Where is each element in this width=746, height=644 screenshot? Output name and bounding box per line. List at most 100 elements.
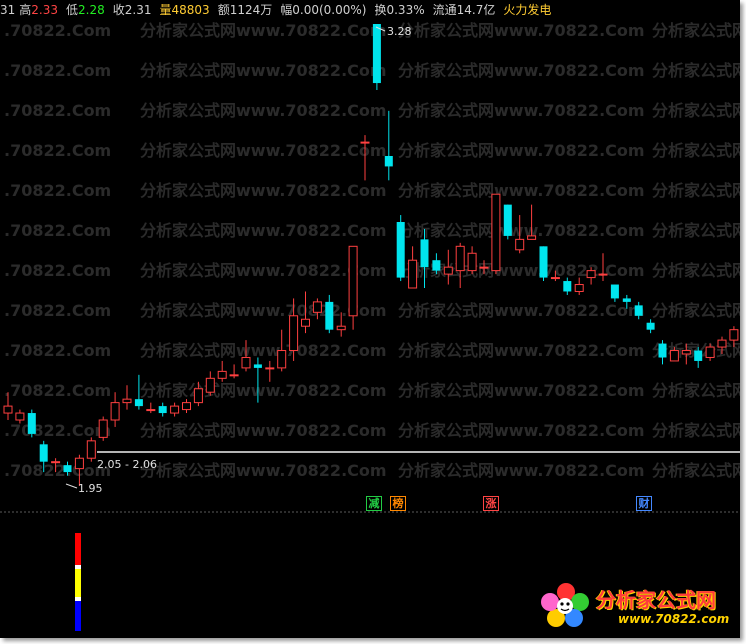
- candle-body[interactable]: [658, 343, 667, 358]
- candle-body[interactable]: [455, 245, 465, 272]
- watermark-text: .70822.Com: [4, 181, 111, 200]
- candle-body[interactable]: [217, 370, 227, 379]
- candle-body[interactable]: [550, 277, 560, 280]
- candle-body[interactable]: [622, 298, 631, 302]
- candle-body[interactable]: [503, 204, 512, 236]
- watermark-text: 分析家公式网: [652, 221, 740, 240]
- candle-body[interactable]: [74, 457, 84, 470]
- candle-body[interactable]: [86, 440, 96, 459]
- candle-body[interactable]: [384, 156, 393, 167]
- watermark-text: 分析家公式网www.70822.Com: [398, 61, 645, 80]
- candle-body[interactable]: [325, 301, 334, 330]
- watermark-text: 分析家公式网www.70822.Com: [140, 21, 387, 40]
- candle-body[interactable]: [277, 350, 287, 369]
- watermark-text: 分析家公式网www.70822.Com: [398, 381, 645, 400]
- candle-body[interactable]: [705, 346, 715, 358]
- event-tag-finance[interactable]: 财: [636, 496, 652, 511]
- candle-body[interactable]: [717, 339, 727, 348]
- candle-body[interactable]: [3, 405, 13, 414]
- candle-body[interactable]: [146, 409, 156, 412]
- candle-body[interactable]: [539, 246, 548, 278]
- candle-body[interactable]: [134, 399, 143, 407]
- candle-body[interactable]: [98, 419, 108, 438]
- candle-body[interactable]: [336, 325, 346, 331]
- candle-body[interactable]: [51, 461, 61, 464]
- candle-body[interactable]: [229, 374, 239, 377]
- float-label: 流通: [432, 3, 457, 17]
- candle-body[interactable]: [681, 350, 691, 355]
- high-value: 2.33: [31, 3, 59, 17]
- candle-body[interactable]: [491, 193, 501, 272]
- candle-body[interactable]: [729, 329, 739, 341]
- candle-body[interactable]: [408, 259, 418, 289]
- candle-body[interactable]: [253, 364, 262, 368]
- candle-body[interactable]: [527, 235, 537, 240]
- candle-body[interactable]: [694, 350, 703, 361]
- candle-body[interactable]: [348, 245, 358, 317]
- logo-text: 分析家公式网: [596, 588, 716, 612]
- candle-body[interactable]: [443, 266, 453, 275]
- candle-body[interactable]: [63, 465, 72, 473]
- watermark-text: 分析家公式网www.70822.Com: [140, 181, 387, 200]
- close-value: 2.31: [124, 3, 152, 17]
- amount-label: 额: [217, 3, 230, 17]
- watermark-text: 分析家公式网: [652, 301, 740, 320]
- candle-body[interactable]: [110, 402, 120, 421]
- watermark-text: 分析家公式网: [652, 261, 740, 280]
- event-tag-list[interactable]: 榜: [390, 496, 406, 511]
- candle-body[interactable]: [193, 388, 203, 404]
- watermark-text: 分析家公式网www.70822.Com: [398, 21, 645, 40]
- candle-body[interactable]: [372, 24, 381, 84]
- watermark-text: 分析家公式网www.70822.Com: [140, 381, 387, 400]
- candle-body[interactable]: [205, 377, 215, 393]
- watermark-text: 分析家公式网: [652, 381, 740, 400]
- candle-body[interactable]: [360, 141, 370, 144]
- event-tag-reduce[interactable]: 减: [366, 496, 382, 511]
- close-label: 收: [112, 3, 125, 17]
- candle-body[interactable]: [515, 238, 525, 251]
- candle-body[interactable]: [598, 273, 608, 276]
- candle-body[interactable]: [479, 266, 489, 269]
- candle-body[interactable]: [301, 318, 310, 327]
- watermark-text: .70822.Com: [4, 261, 111, 280]
- candle-body[interactable]: [646, 322, 655, 330]
- candle-body[interactable]: [312, 301, 322, 313]
- candle-body[interactable]: [563, 281, 572, 292]
- chart-window[interactable]: .70822.Com 分析家公式网www.70822.Com 分析家公式网www.7…: [0, 0, 740, 638]
- logo-url: www.70822.com: [618, 612, 730, 626]
- candle-body[interactable]: [669, 350, 679, 362]
- candle-body[interactable]: [27, 413, 36, 434]
- volume-label: 量: [159, 3, 172, 17]
- candle-body[interactable]: [634, 305, 643, 316]
- candle-body[interactable]: [170, 405, 180, 414]
- candle-body[interactable]: [574, 284, 584, 292]
- candle-body[interactable]: [182, 402, 191, 411]
- open-value: 31: [0, 3, 16, 17]
- watermark-text: 分析家公式网: [652, 421, 740, 440]
- candle-body[interactable]: [467, 252, 477, 272]
- candle-body[interactable]: [15, 412, 25, 421]
- turnover-value: 0.33%: [386, 3, 425, 17]
- candle-body[interactable]: [610, 284, 619, 299]
- candle-body[interactable]: [420, 239, 429, 268]
- candle-body[interactable]: [122, 398, 132, 404]
- candle-body[interactable]: [39, 444, 48, 462]
- watermark-text: 分析家公式网: [652, 61, 740, 80]
- candle-body[interactable]: [265, 367, 275, 370]
- change-value: 0.00(0.00%): [292, 3, 367, 17]
- candle-body[interactable]: [289, 315, 299, 352]
- watermark-text: .70822.Com: [4, 101, 111, 120]
- turnover-label: 换: [374, 3, 387, 17]
- watermark-text: 分析家公式网: [652, 141, 740, 160]
- watermark-text: 分析家公式网www.70822.Com: [398, 101, 645, 120]
- stock-name: 火力发电: [503, 3, 552, 17]
- candle-body[interactable]: [241, 356, 251, 369]
- candlestick-chart[interactable]: .70822.Com 分析家公式网www.70822.Com 分析家公式网www.7…: [0, 0, 740, 638]
- candle-body[interactable]: [396, 222, 405, 278]
- event-tag-rise[interactable]: 涨: [483, 496, 499, 511]
- candle-body[interactable]: [432, 260, 441, 271]
- quote-info-bar: 31 高2.33 低2.28 收2.31 量48803 额1124万 幅0.00(0.00%…: [0, 2, 555, 18]
- candle-body[interactable]: [158, 406, 167, 414]
- amount-value: 1124万: [229, 3, 273, 17]
- candle-body[interactable]: [586, 270, 596, 279]
